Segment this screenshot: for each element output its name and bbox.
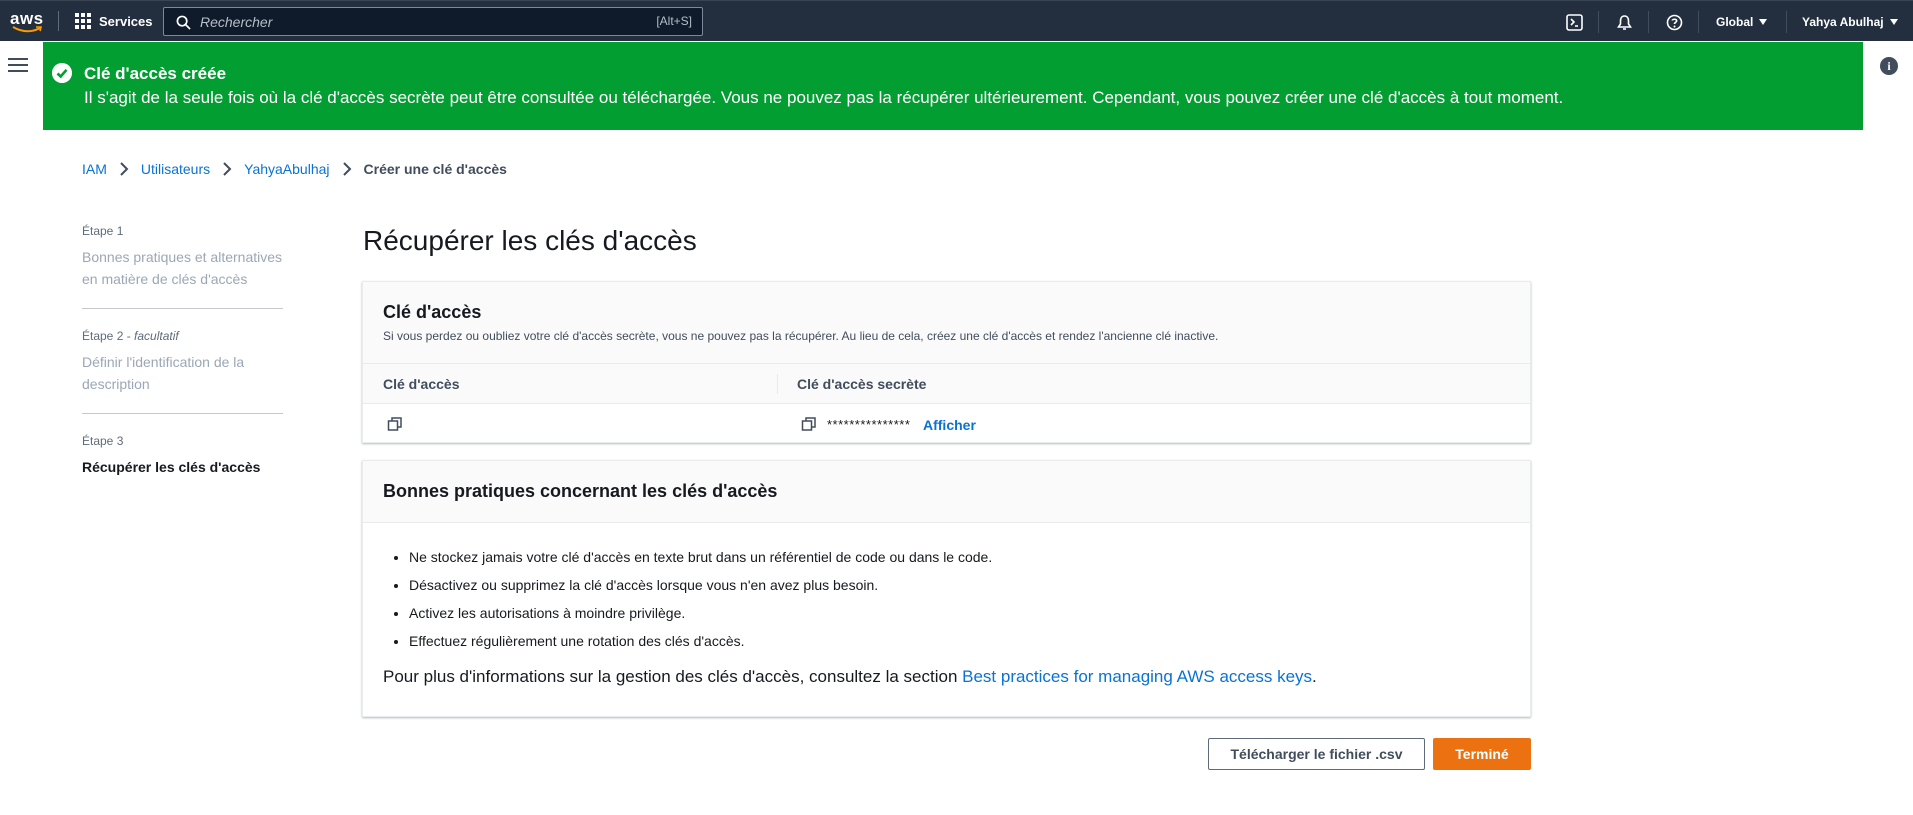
copy-icon[interactable] (387, 416, 403, 432)
cloudshell-icon[interactable] (1564, 12, 1584, 32)
table-header: Clé d'accès Clé d'accès secrète (363, 364, 1530, 404)
secret-key-masked: *************** (827, 417, 911, 432)
region-selector[interactable]: Global (1716, 15, 1768, 29)
region-label: Global (1716, 15, 1754, 29)
breadcrumb-link-iam[interactable]: IAM (82, 161, 107, 177)
wizard-step-current: Étape 3 Récupérer les clés d'accès (82, 434, 283, 496)
caret-down-icon (1759, 19, 1768, 25)
flash-message: Il s'agit de la seule fois où la clé d'a… (84, 88, 1564, 107)
aws-smile-icon (12, 26, 42, 33)
list-item: Désactivez ou supprimez la clé d'accès l… (409, 577, 992, 593)
card-header: Clé d'accès Si vous perdez ou oubliez vo… (363, 282, 1530, 364)
step-title: Définir l'identification de la descripti… (82, 354, 245, 392)
card-description: Si vous perdez ou oubliez votre clé d'ac… (383, 329, 1219, 343)
nav-divider (58, 11, 59, 31)
success-flash-banner: Clé d'accès créée Il s'agit de la seule … (43, 42, 1863, 130)
download-csv-button[interactable]: Télécharger le fichier .csv (1208, 738, 1425, 770)
search-bar[interactable]: [Alt+S] (163, 7, 703, 36)
done-button[interactable]: Terminé (1433, 738, 1531, 770)
top-navigation: aws Services [Alt+S] Global Yahya Abulha… (0, 0, 1913, 41)
help-icon[interactable] (1664, 12, 1684, 32)
step-optional-label: facultatif (134, 329, 179, 343)
best-practices-link[interactable]: Best practices for managing AWS access k… (962, 667, 1312, 686)
nav-separator (1698, 11, 1699, 33)
wizard-steps: Étape 1 Bonnes pratiques et alternatives… (82, 224, 283, 516)
info-icon[interactable]: i (1880, 57, 1898, 75)
breadcrumb-link-users[interactable]: Utilisateurs (141, 161, 210, 177)
page-title: Récupérer les clés d'accès (363, 225, 697, 256)
check-circle-icon (52, 63, 72, 83)
best-practices-list: Ne stockez jamais votre clé d'accès en t… (409, 549, 992, 661)
column-divider (777, 374, 778, 394)
flash-title: Clé d'accès créée (84, 64, 227, 83)
caret-down-icon (1889, 19, 1898, 25)
menu-icon[interactable] (8, 58, 28, 74)
column-header-access-key: Clé d'accès (383, 376, 460, 392)
aws-logo[interactable]: aws (10, 9, 46, 33)
bell-icon[interactable] (1614, 12, 1634, 32)
access-key-card: Clé d'accès Si vous perdez ou oubliez vo… (362, 281, 1531, 443)
step-title: Bonnes pratiques et alternatives en mati… (82, 249, 283, 287)
user-menu[interactable]: Yahya Abulhaj (1802, 15, 1898, 29)
nav-separator (1786, 11, 1787, 33)
card-title: Clé d'accès (383, 302, 482, 322)
more-info-text: Pour plus d'informations sur la gestion … (383, 667, 1317, 687)
card-header: Bonnes pratiques concernant les clés d'a… (363, 461, 1530, 523)
wizard-step: Étape 1 Bonnes pratiques et alternatives… (82, 224, 283, 309)
nav-separator (1648, 11, 1649, 33)
user-label: Yahya Abulhaj (1802, 15, 1884, 29)
services-menu-button[interactable]: Services (75, 13, 153, 29)
step-label: Étape 1 (82, 224, 124, 238)
chevron-right-icon (119, 162, 129, 176)
show-secret-link[interactable]: Afficher (923, 417, 976, 433)
best-practices-card: Bonnes pratiques concernant les clés d'a… (362, 460, 1531, 717)
card-title: Bonnes pratiques concernant les clés d'a… (383, 481, 778, 501)
step-label: Étape 3 (82, 434, 124, 448)
search-shortcut: [Alt+S] (656, 14, 692, 28)
search-icon (176, 15, 191, 30)
copy-icon[interactable] (801, 416, 817, 432)
wizard-step: Étape 2 - facultatif Définir l'identific… (82, 329, 283, 414)
step-title-active: Récupérer les clés d'accès (82, 459, 261, 475)
breadcrumb-current: Créer une clé d'accès (363, 161, 507, 177)
more-info-suffix: . (1312, 667, 1317, 686)
breadcrumb: IAM Utilisateurs YahyaAbulhaj Créer une … (82, 161, 507, 177)
more-info-prefix: Pour plus d'informations sur la gestion … (383, 667, 963, 686)
services-label: Services (99, 13, 153, 29)
breadcrumb-link-user[interactable]: YahyaAbulhaj (244, 161, 329, 177)
grid-icon (75, 13, 91, 29)
list-item: Ne stockez jamais votre clé d'accès en t… (409, 549, 992, 565)
chevron-right-icon (342, 162, 352, 176)
list-item: Activez les autorisations à moindre priv… (409, 605, 992, 621)
table-row: *************** Afficher (363, 404, 1530, 444)
chevron-right-icon (222, 162, 232, 176)
nav-separator (1598, 11, 1599, 33)
step-label: Étape 2 - facultatif (82, 329, 179, 343)
search-input[interactable] (200, 12, 600, 32)
column-header-secret-key: Clé d'accès secrète (797, 376, 927, 392)
list-item: Effectuez régulièrement une rotation des… (409, 633, 992, 649)
